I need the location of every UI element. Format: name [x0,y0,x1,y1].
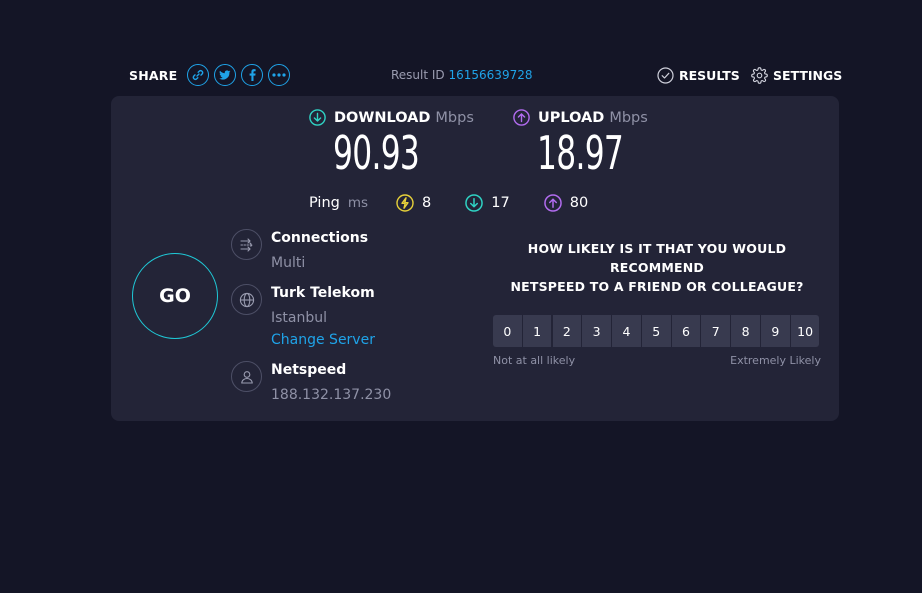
nps-score-button[interactable]: 8 [731,315,760,347]
connections-title: Connections [271,230,369,246]
download-value: 90.93 [333,126,420,180]
top-bar: SHARE Result ID 16156639728 RESULTS SETT… [0,60,922,90]
nps-scale: 0 1 2 3 4 5 6 7 8 9 10 [493,315,821,347]
nps-score-button[interactable]: 7 [701,315,731,347]
download-label: DOWNLOAD [334,109,431,126]
server-provider: Turk Telekom [271,285,375,301]
nps-high-label: Extremely Likely [730,354,821,367]
nps-score-button[interactable]: 1 [522,315,552,347]
change-server-link[interactable]: Change Server [271,331,375,349]
upload-arrow-icon [513,109,530,126]
lightning-icon [396,194,414,212]
upload-unit: Mbps [609,109,648,126]
globe-icon [231,284,262,315]
nps-question-line1: HOW LIKELY IS IT THAT YOU WOULD RECOMMEN… [527,241,787,275]
result-id-link[interactable]: 16156639728 [449,68,533,82]
more-icon[interactable] [268,64,291,86]
connections-value: Multi [271,255,306,271]
nps-low-label: Not at all likely [493,354,576,367]
ping-label: Ping [309,195,340,211]
host-name: Netspeed [271,362,347,378]
ping-idle-value: 8 [422,195,432,211]
ping-download-value: 17 [491,195,510,211]
nps-score-button[interactable]: 6 [671,315,701,347]
share-group: SHARE [129,62,291,88]
ping-idle: 8 [396,194,431,212]
result-id: Result ID 16156639728 [391,68,532,82]
facebook-icon[interactable] [241,64,264,86]
twitter-icon[interactable] [214,64,237,86]
nps-score-button[interactable]: 5 [641,315,671,347]
link-icon[interactable] [187,64,210,86]
nps-score-button[interactable]: 9 [761,315,790,347]
settings-label: SETTINGS [773,68,843,83]
nps-question: HOW LIKELY IS IT THAT YOU WOULD RECOMMEN… [493,239,821,296]
results-label: RESULTS [679,68,740,83]
nps-question-line2: NETSPEED TO A FRIEND OR COLLEAGUE? [510,279,804,294]
nps-survey: HOW LIKELY IS IT THAT YOU WOULD RECOMMEN… [493,239,821,367]
download-unit: Mbps [435,109,474,126]
upload-value: 18.97 [537,126,624,180]
upload-block: UPLOAD Mbps 18.97 [513,109,664,178]
server-location: Istanbul [271,310,328,326]
ping-unit: ms [347,195,369,211]
nps-score-button[interactable]: 4 [612,315,641,347]
nps-score-button[interactable]: 10 [790,315,820,347]
user-icon [231,361,262,392]
results-card: DOWNLOAD Mbps 90.93 UPLOAD Mbps 18.97 Pi… [111,96,839,421]
ping-upload: 80 [543,194,589,212]
host-ip: 188.132.137.230 [271,387,392,403]
gear-icon [751,67,768,84]
nps-scale-labels: Not at all likely Extremely Likely [493,354,821,367]
check-circle-icon [657,67,674,84]
ping-row: Ping ms 8 17 80 [309,194,622,212]
result-id-label: Result ID [391,68,445,82]
go-button[interactable]: GO [132,253,218,339]
nps-score-button[interactable]: 2 [552,315,582,347]
upload-label: UPLOAD [538,109,605,126]
download-arrow-icon [309,109,326,126]
download-arrow-icon [465,194,484,212]
results-button[interactable]: RESULTS [657,67,740,84]
connections-icon [231,229,262,260]
download-block: DOWNLOAD Mbps 90.93 [309,109,474,178]
ping-upload-value: 80 [569,195,589,211]
upload-arrow-icon [543,194,562,212]
nps-score-button[interactable]: 0 [493,315,522,347]
settings-button[interactable]: SETTINGS [751,67,842,84]
nps-score-button[interactable]: 3 [582,315,611,347]
share-label: SHARE [129,67,178,83]
ping-download: 17 [465,194,510,212]
